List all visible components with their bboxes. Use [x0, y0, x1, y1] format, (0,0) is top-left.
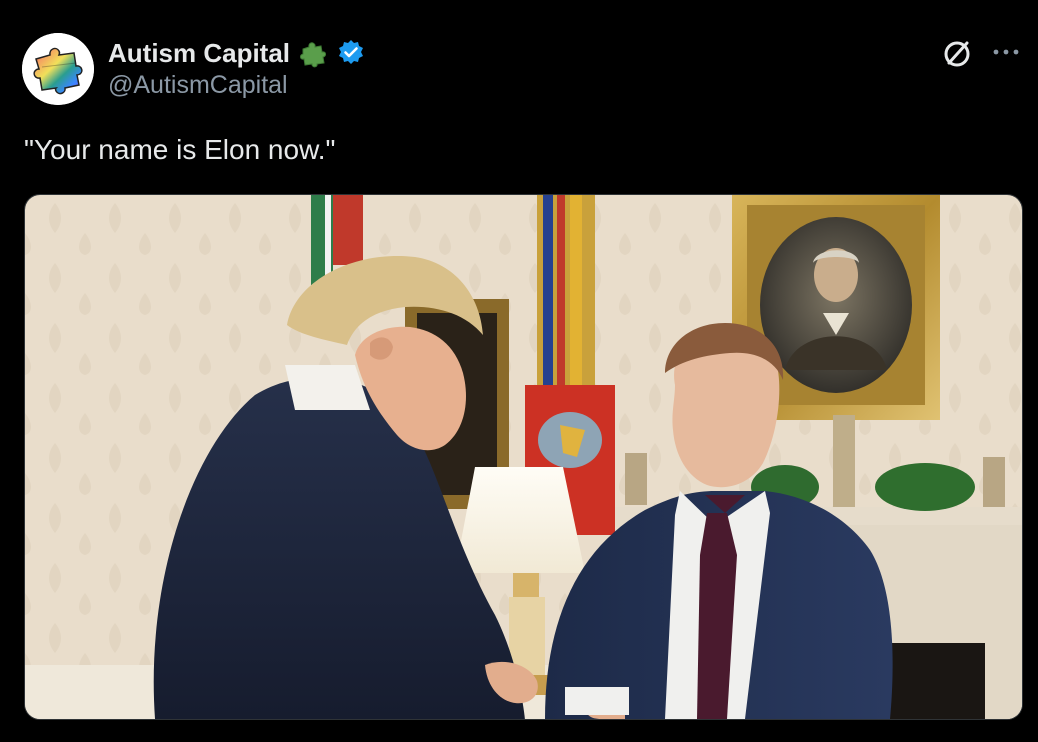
- photo-oval-office-handshake: [25, 195, 1022, 719]
- rainbow-puzzle-piece-icon: [22, 33, 94, 105]
- verified-badge-icon: [336, 38, 366, 68]
- tweet-text: "Your name is Elon now.": [24, 134, 336, 165]
- green-puzzle-piece-icon: [298, 38, 328, 68]
- author-display-name[interactable]: Autism Capital: [108, 38, 290, 69]
- author-handle[interactable]: @AutismCapital: [108, 71, 288, 100]
- author-name-row: Autism Capital: [108, 36, 366, 70]
- more-options-icon[interactable]: [990, 42, 1022, 62]
- tweet-photo[interactable]: [24, 194, 1023, 720]
- grok-icon[interactable]: [940, 36, 974, 70]
- tweet-card: Autism Capital @AutismCapital "Your name…: [0, 0, 1038, 742]
- avatar[interactable]: [22, 33, 94, 105]
